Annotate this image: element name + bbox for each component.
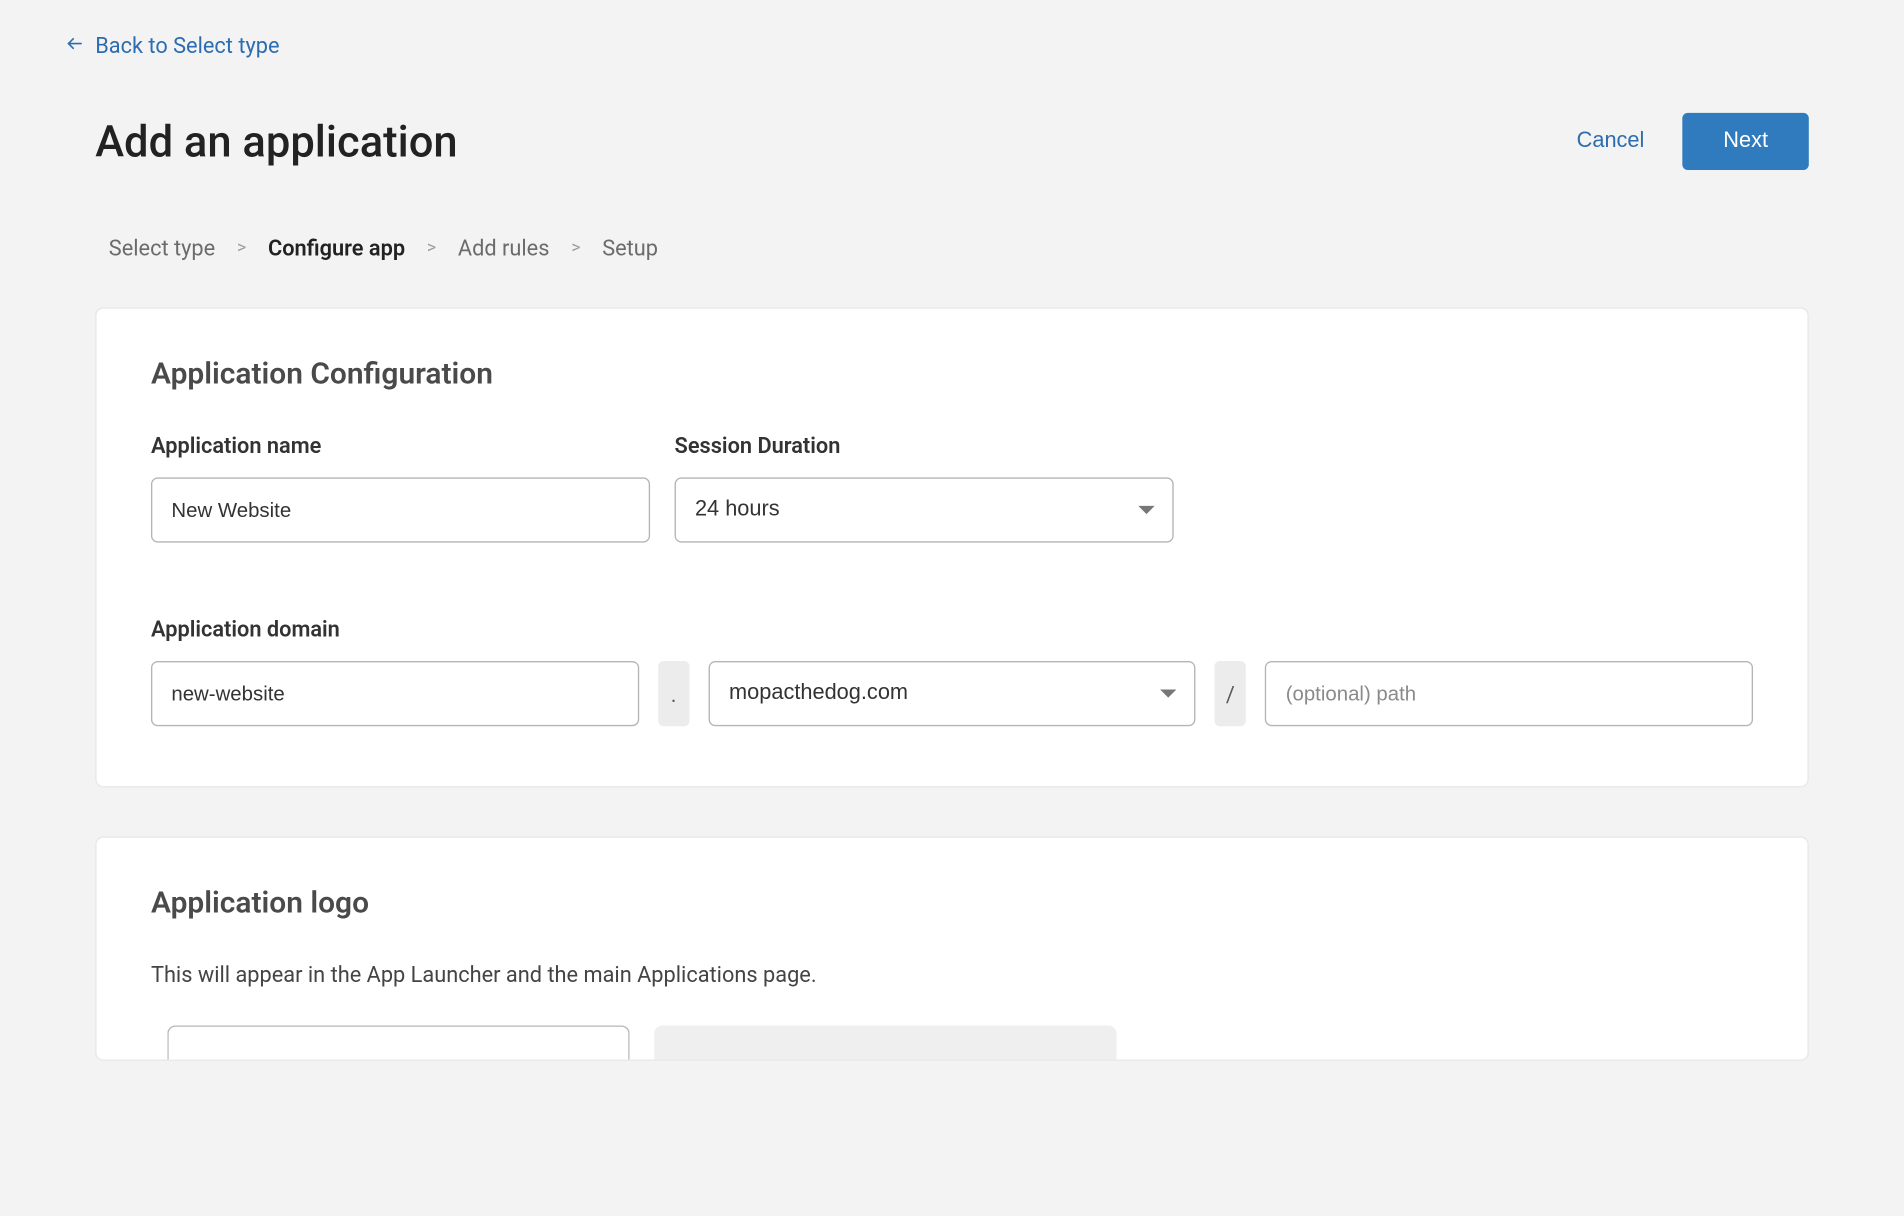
- cancel-button[interactable]: Cancel: [1577, 129, 1645, 153]
- back-link-label: Back to Select type: [95, 33, 279, 59]
- application-logo-card: Application logo This will appear in the…: [95, 836, 1809, 1060]
- card-title: Application logo: [151, 887, 1753, 921]
- dot-separator: .: [658, 661, 690, 726]
- subdomain-input[interactable]: [151, 661, 639, 726]
- header-row: Add an application Cancel Next: [0, 58, 1904, 170]
- breadcrumb-separator: >: [571, 238, 580, 258]
- logo-option-default[interactable]: [167, 1025, 629, 1059]
- card-title: Application Configuration: [151, 358, 1753, 392]
- breadcrumb-step-configure-app[interactable]: Configure app: [268, 235, 405, 261]
- slash-separator: /: [1214, 661, 1246, 726]
- application-name-label: Application name: [151, 432, 650, 458]
- next-button[interactable]: Next: [1682, 113, 1808, 170]
- breadcrumb: Select type > Configure app > Add rules …: [0, 170, 1904, 294]
- domain-select[interactable]: [709, 661, 1196, 726]
- back-link[interactable]: Back to Select type: [0, 0, 1904, 58]
- path-input[interactable]: [1265, 661, 1753, 726]
- session-duration-label: Session Duration: [675, 432, 1174, 458]
- breadcrumb-step-add-rules[interactable]: Add rules: [458, 235, 550, 261]
- breadcrumb-separator: >: [237, 238, 246, 258]
- logo-option-custom[interactable]: [654, 1025, 1116, 1059]
- session-duration-value[interactable]: [675, 477, 1174, 542]
- breadcrumb-step-select-type[interactable]: Select type: [109, 235, 215, 261]
- application-domain-label: Application domain: [151, 616, 1753, 642]
- page-title: Add an application: [95, 116, 457, 168]
- application-configuration-card: Application Configuration Application na…: [95, 307, 1809, 787]
- domain-value[interactable]: [709, 661, 1196, 726]
- logo-options-row: [151, 1025, 1753, 1059]
- session-duration-select[interactable]: [675, 477, 1174, 542]
- breadcrumb-separator: >: [427, 238, 436, 258]
- logo-description: This will appear in the App Launcher and…: [151, 962, 1753, 988]
- breadcrumb-step-setup[interactable]: Setup: [602, 235, 658, 261]
- action-buttons: Cancel Next: [1577, 113, 1809, 170]
- arrow-left-icon: [65, 33, 84, 59]
- application-name-input[interactable]: [151, 477, 650, 542]
